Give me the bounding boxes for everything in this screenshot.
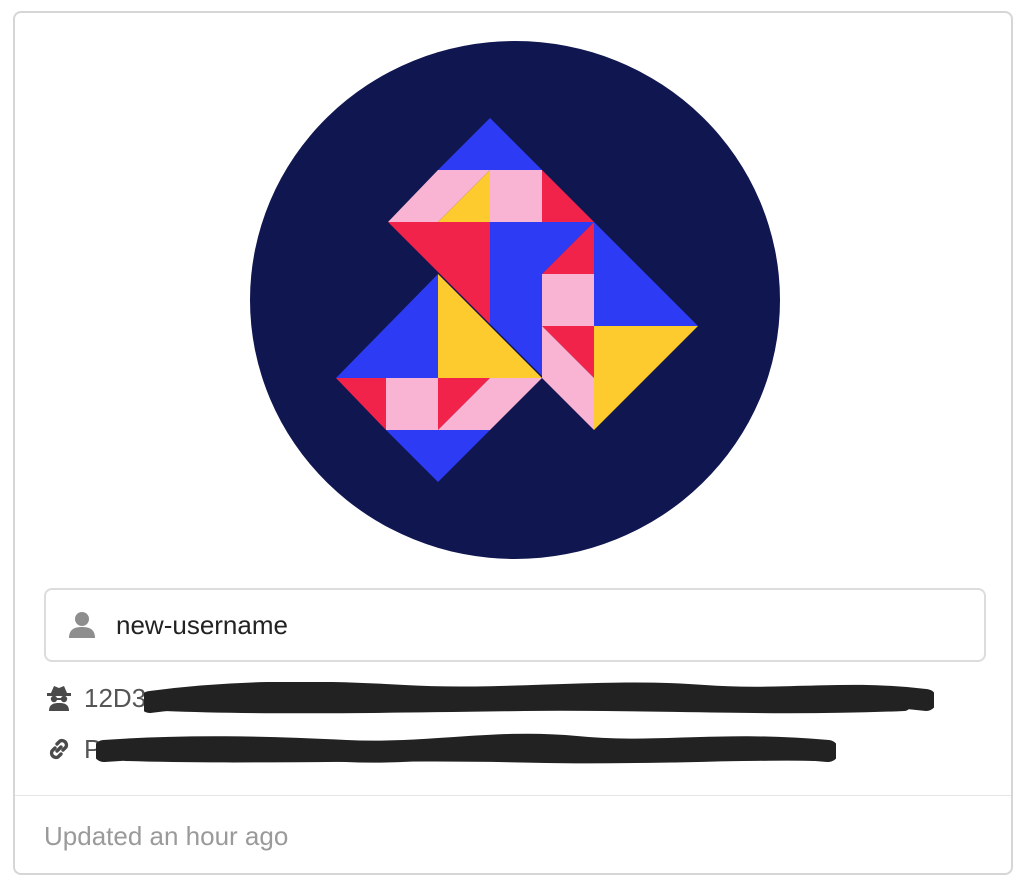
- redaction-mark: [96, 733, 836, 764]
- user-icon: [66, 609, 98, 641]
- geometric-logo-icon: [250, 41, 780, 559]
- updated-timestamp: Updated an hour ago: [44, 821, 289, 851]
- peer-id-row: 12D3: [44, 678, 934, 718]
- address-row: P: [44, 729, 836, 769]
- username-field[interactable]: [44, 588, 986, 662]
- link-icon: [44, 734, 74, 764]
- avatar: [250, 41, 780, 559]
- divider: [15, 795, 1011, 796]
- redaction-mark: [144, 682, 934, 714]
- incognito-icon: [44, 683, 74, 713]
- profile-card: 12D3 P Updated an hour ago: [13, 11, 1013, 875]
- peer-id-value: 12D3: [84, 682, 147, 713]
- username-input[interactable]: [116, 609, 936, 641]
